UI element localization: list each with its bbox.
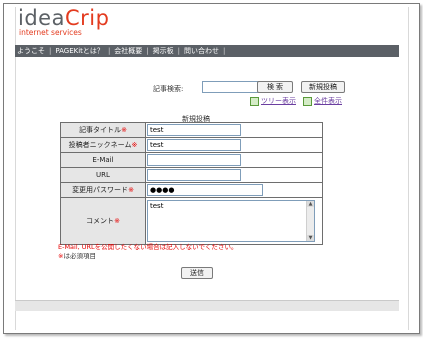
url-label: URL xyxy=(60,167,146,183)
form-row-title: 記事タイトル※ test xyxy=(60,122,323,138)
footer-bar xyxy=(15,300,399,311)
search-button[interactable]: 検 索 xyxy=(257,81,293,93)
comment-text: test xyxy=(150,202,164,210)
nav-separator: | xyxy=(223,47,226,55)
password-field[interactable]: ●●●● xyxy=(147,184,263,196)
password-label-text: 変更用パスワード xyxy=(72,186,129,194)
form-row-password: 変更用パスワード※ ●●●● xyxy=(60,182,323,198)
required-note: ※は必須項目 xyxy=(58,250,96,260)
required-mark: ※ xyxy=(128,186,134,194)
scroll-up-icon[interactable]: ▲ xyxy=(307,201,314,207)
all-view-icon xyxy=(303,96,312,106)
email-field[interactable] xyxy=(147,154,241,166)
post-form-table: 記事タイトル※ test 投稿者ニックネーム※ test E-Mail URL … xyxy=(60,122,323,245)
search-input[interactable] xyxy=(202,81,262,93)
logo: ideaCrip internet services xyxy=(18,6,110,37)
comment-label-text: コメント xyxy=(86,217,115,225)
url-field[interactable] xyxy=(147,169,241,181)
nickname-field[interactable]: test xyxy=(147,139,241,151)
title-label: 記事タイトル※ xyxy=(60,122,146,138)
required-note-text: は必須項目 xyxy=(63,252,96,260)
new-post-button[interactable]: 新規投稿 xyxy=(301,81,345,93)
submit-button[interactable]: 送信 xyxy=(181,267,213,279)
nav-item-company[interactable]: 会社概要 xyxy=(112,45,144,57)
all-view-link[interactable]: 全件表示 xyxy=(314,97,342,105)
title-label-text: 記事タイトル xyxy=(79,126,122,134)
tree-view-link[interactable]: ツリー表示 xyxy=(261,97,296,105)
logo-idea: idea xyxy=(18,6,65,30)
scroll-down-icon[interactable]: ▼ xyxy=(307,235,314,241)
all-view-link-row[interactable]: 全件表示 xyxy=(303,96,342,106)
required-mark: ※ xyxy=(114,217,120,225)
password-label: 変更用パスワード※ xyxy=(60,182,146,198)
required-mark: ※ xyxy=(121,126,127,134)
nav-item-about-pagekit[interactable]: PAGEKitとは？ xyxy=(53,45,106,57)
logo-crip: Crip xyxy=(64,6,110,30)
form-row-url: URL xyxy=(60,167,323,183)
form-row-email: E-Mail xyxy=(60,152,323,168)
nickname-label-text: 投稿者ニックネーム xyxy=(68,141,132,149)
nav-bar: ようこそ | PAGEKitとは？ | 会社概要 | 掲示板 | 問い合わせ | xyxy=(15,45,399,57)
comment-label: コメント※ xyxy=(60,197,146,245)
tree-view-link-row[interactable]: ツリー表示 xyxy=(250,96,296,106)
title-field[interactable]: test xyxy=(147,124,241,136)
tree-view-icon xyxy=(250,96,259,106)
nav-item-board[interactable]: 掲示板 xyxy=(151,45,176,57)
nickname-label: 投稿者ニックネーム※ xyxy=(60,137,146,153)
logo-tagline: internet services xyxy=(19,28,82,37)
search-label: 記事検索: xyxy=(153,85,184,93)
comment-scrollbar[interactable]: ▲ ▼ xyxy=(306,201,314,241)
email-label: E-Mail xyxy=(60,152,146,168)
comment-textarea[interactable]: test ▲ ▼ xyxy=(147,200,315,242)
form-row-nickname: 投稿者ニックネーム※ test xyxy=(60,137,323,153)
required-mark: ※ xyxy=(131,141,138,149)
nav-item-welcome[interactable]: ようこそ xyxy=(15,45,47,57)
form-row-comment: コメント※ test ▲ ▼ xyxy=(60,197,323,245)
nav-item-contact[interactable]: 問い合わせ xyxy=(182,45,221,57)
